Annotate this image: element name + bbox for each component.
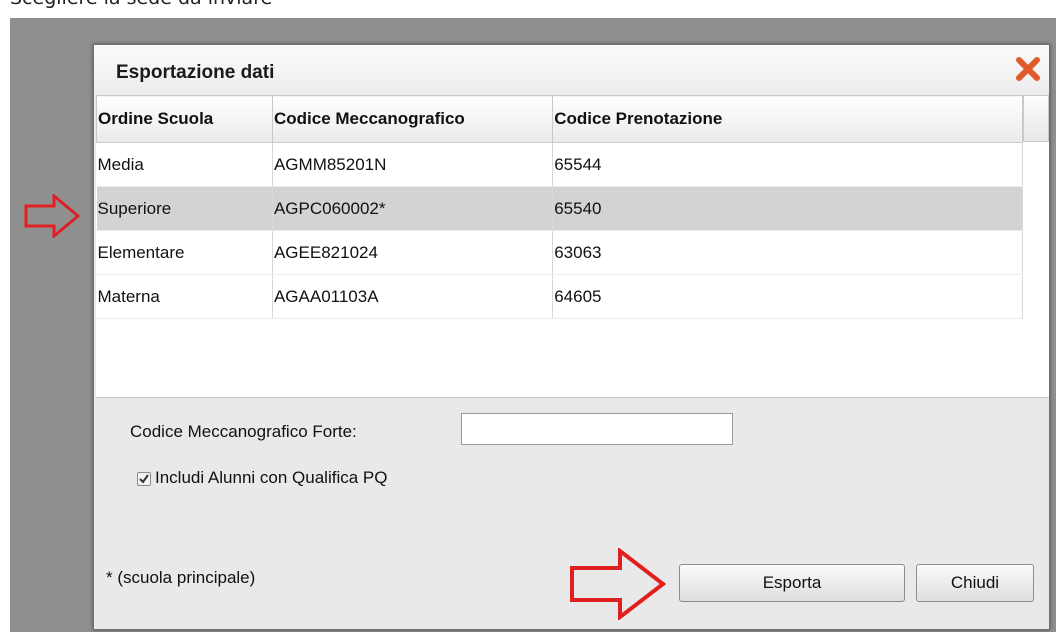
cell-codice-prenotazione: 65544 [552,142,1023,187]
cell-codice-prenotazione: 64605 [552,274,1023,319]
arrow-right-icon [570,548,666,620]
dialog-title: Esportazione dati [116,62,275,83]
codice-forte-label: Codice Meccanografico Forte: [130,422,357,441]
column-header-codice-meccanografico[interactable]: Codice Meccanografico [271,95,554,143]
column-header-ordine[interactable]: Ordine Scuola [96,95,273,143]
footnote-text: * (scuola principale) [106,568,256,587]
dialog-titlebar: Esportazione dati [94,45,1049,96]
codice-forte-input[interactable] [461,413,733,445]
table-row[interactable]: Elementare AGEE821024 63063 [96,230,1023,275]
column-header-codice-prenotazione[interactable]: Codice Prenotazione [552,95,1023,143]
table-header-row: Ordine Scuola Codice Meccanografico Codi… [96,95,1023,143]
table-row[interactable]: Materna AGAA01103A 64605 [96,274,1023,319]
include-pq-label: Includi Alunni con Qualifica PQ [155,468,388,487]
cell-codice-prenotazione: 65540 [552,186,1023,231]
include-pq-checkbox[interactable] [137,472,151,486]
cell-codice-meccanografico: AGEE821024 [272,230,554,275]
cell-codice-meccanografico: AGPC060002* [272,186,554,231]
close-button[interactable]: Chiudi [916,564,1034,602]
table-row[interactable]: Media AGMM85201N 65544 [96,142,1023,187]
cell-codice-meccanografico: AGMM85201N [272,142,554,187]
cell-codice-meccanografico: AGAA01103A [272,274,554,319]
export-dialog: Esportazione dati Ordine Scuola Codice M… [93,44,1050,630]
export-button[interactable]: Esporta [679,564,905,602]
cell-ordine: Superiore [96,186,273,231]
cell-ordine: Materna [96,274,273,319]
arrow-right-icon [24,194,80,238]
cell-ordine: Media [96,142,273,187]
cell-ordine: Elementare [96,230,273,275]
schools-table: Ordine Scuola Codice Meccanografico Codi… [96,95,1023,319]
table-row-selected[interactable]: Superiore AGPC060002* 65540 [96,186,1023,231]
grid-scrollbar-header [1023,95,1049,142]
close-icon[interactable] [1013,54,1043,84]
cell-codice-prenotazione: 63063 [552,230,1023,275]
document-caption: Scegliere la sede da inviare [10,0,272,9]
schools-grid: Ordine Scuola Codice Meccanografico Codi… [96,95,1049,398]
